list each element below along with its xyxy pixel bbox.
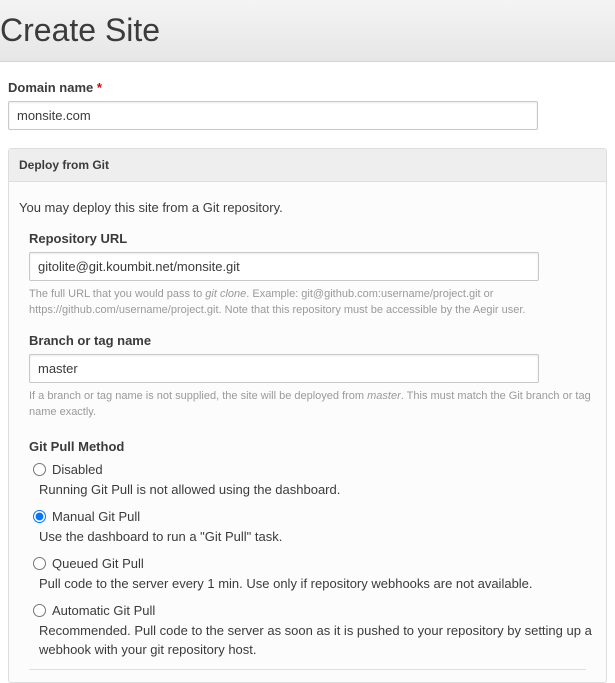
pull-option-automatic-row: Automatic Git Pull — [29, 603, 596, 618]
pull-option-disabled-row: Disabled — [29, 462, 596, 477]
deploy-from-git-body: You may deploy this site from a Git repo… — [9, 182, 606, 682]
pull-option-queued-help: Pull code to the server every 1 min. Use… — [39, 575, 596, 593]
deploy-intro-text: You may deploy this site from a Git repo… — [19, 200, 596, 215]
repository-url-help: The full URL that you would pass to git … — [29, 287, 596, 319]
pull-option-disabled-label: Disabled — [52, 462, 103, 477]
pull-option-disabled-radio[interactable] — [33, 463, 46, 476]
branch-help-pre: If a branch or tag name is not supplied,… — [29, 390, 367, 402]
branch-name-input[interactable] — [29, 354, 539, 383]
pull-option-disabled-help: Running Git Pull is not allowed using th… — [39, 481, 596, 499]
required-marker: * — [97, 80, 102, 95]
deploy-from-git-panel: Deploy from Git You may deploy this site… — [8, 148, 607, 683]
repository-url-input[interactable] — [29, 252, 539, 281]
repo-help-code: git clone — [205, 288, 246, 300]
git-pull-method-group: Disabled Running Git Pull is not allowed… — [29, 462, 596, 659]
pull-option-manual-row: Manual Git Pull — [29, 509, 596, 524]
pull-option-queued-row: Queued Git Pull — [29, 556, 596, 571]
branch-name-label: Branch or tag name — [29, 333, 596, 348]
pull-option-queued-radio[interactable] — [33, 557, 46, 570]
domain-name-label-text: Domain name — [8, 80, 97, 95]
repo-help-pre: The full URL that you would pass to — [29, 288, 205, 300]
section-divider — [29, 669, 586, 670]
repository-url-wrapper: Repository URL The full URL that you wou… — [29, 231, 596, 319]
branch-help-code: master — [367, 390, 401, 402]
repository-url-label: Repository URL — [29, 231, 596, 246]
pull-option-manual-label: Manual Git Pull — [52, 509, 140, 524]
pull-option-manual-help: Use the dashboard to run a "Git Pull" ta… — [39, 528, 596, 546]
deploy-from-git-header[interactable]: Deploy from Git — [9, 149, 606, 182]
branch-name-wrapper: Branch or tag name If a branch or tag na… — [29, 333, 596, 421]
create-site-form: Domain name * Deploy from Git You may de… — [0, 62, 615, 683]
domain-name-field-wrapper: Domain name * — [8, 80, 607, 130]
branch-name-help: If a branch or tag name is not supplied,… — [29, 389, 596, 421]
pull-option-automatic-help: Recommended. Pull code to the server as … — [39, 622, 596, 658]
domain-name-input[interactable] — [8, 101, 538, 130]
git-pull-method-heading: Git Pull Method — [29, 439, 596, 454]
pull-option-automatic-label: Automatic Git Pull — [52, 603, 155, 618]
page-header: Create Site — [0, 0, 615, 62]
pull-option-queued-label: Queued Git Pull — [52, 556, 144, 571]
page-title: Create Site — [0, 12, 160, 49]
domain-name-label: Domain name * — [8, 80, 607, 95]
pull-option-automatic-radio[interactable] — [33, 604, 46, 617]
pull-option-manual-radio[interactable] — [33, 510, 46, 523]
